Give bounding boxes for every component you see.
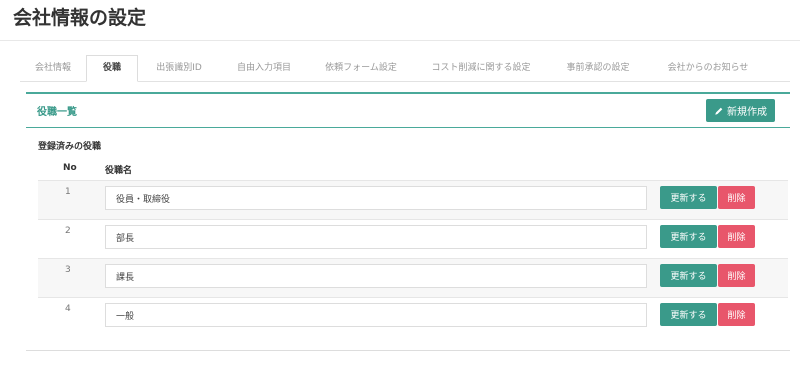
column-header-no: No [63,163,77,173]
delete-button[interactable]: 削除 [718,225,755,248]
row-number: 2 [65,226,71,236]
delete-button[interactable]: 削除 [718,303,755,326]
title-divider [0,40,800,41]
positions-panel: 役職一覧 新規作成 登録済みの役職 No 役職名 1 更新する 削除 2 更新す… [26,92,790,351]
position-name-input[interactable] [105,225,647,249]
row-number: 3 [65,265,71,275]
position-name-input[interactable] [105,186,647,210]
update-button[interactable]: 更新する [660,303,717,326]
table-row: 3 更新する 削除 [38,258,788,297]
table-row: 1 更新する 削除 [38,180,788,219]
position-name-input[interactable] [105,264,647,288]
table-row: 4 更新する 削除 [38,297,788,336]
new-button-label: 新規作成 [727,107,767,118]
column-header-name: 役職名 [105,166,133,176]
update-button[interactable]: 更新する [660,186,717,209]
tab-request-form[interactable]: 依頼フォーム設定 [308,56,414,81]
delete-button[interactable]: 削除 [718,264,755,287]
tab-bar: 会社情報 役職 出張識別ID 自由入力項目 依頼フォーム設定 コスト削減に関する… [20,55,790,82]
new-button[interactable]: 新規作成 [706,99,775,122]
position-name-input[interactable] [105,303,647,327]
row-number: 1 [65,187,71,197]
delete-button[interactable]: 削除 [718,186,755,209]
tab-free-input[interactable]: 自由入力項目 [220,56,308,81]
pencil-icon [715,107,723,115]
tab-positions[interactable]: 役職 [86,55,138,82]
tab-announcements[interactable]: 会社からのお知らせ [648,56,768,81]
page-title: 会社情報の設定 [13,7,147,29]
positions-table: 1 更新する 削除 2 更新する 削除 3 更新する 削除 4 更新する 削除 [38,180,800,336]
table-row: 2 更新する 削除 [38,219,788,258]
panel-title: 役職一覧 [37,107,77,118]
tab-company-info[interactable]: 会社情報 [20,56,86,81]
tab-cost-reduction[interactable]: コスト削減に関する設定 [414,56,548,81]
tab-pre-approval[interactable]: 事前承認の設定 [548,56,648,81]
panel-header: 役職一覧 新規作成 [26,94,790,128]
row-number: 4 [65,304,71,314]
update-button[interactable]: 更新する [660,264,717,287]
section-label: 登録済みの役職 [38,142,102,152]
tab-trip-id[interactable]: 出張識別ID [138,56,220,81]
update-button[interactable]: 更新する [660,225,717,248]
